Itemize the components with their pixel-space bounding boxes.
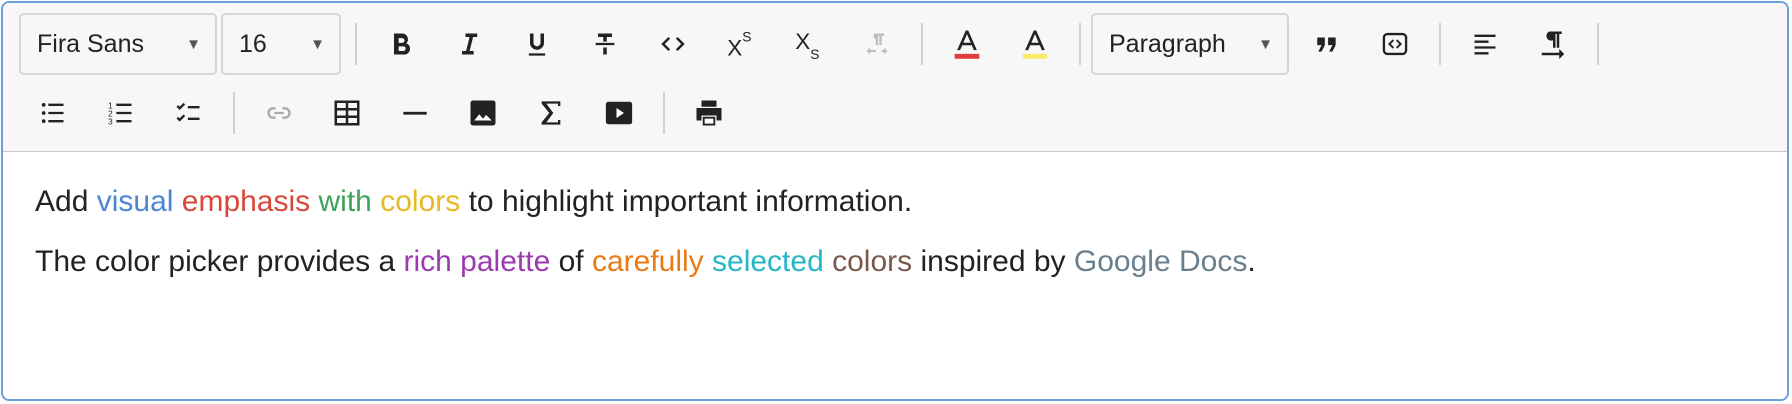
underline-icon	[528, 33, 546, 56]
text-direction-button[interactable]	[1519, 13, 1587, 75]
code-icon	[661, 37, 685, 51]
editor-content[interactable]: Add visual emphasis with colors to highl…	[3, 152, 1787, 332]
text-run	[310, 185, 318, 218]
text-run: Add	[35, 185, 97, 218]
text-run: carefully	[591, 245, 704, 278]
chevron-down-icon: ▼	[186, 35, 201, 53]
divider	[921, 23, 923, 65]
link-button[interactable]	[245, 82, 313, 144]
italic-button[interactable]	[435, 13, 503, 75]
svg-text:S: S	[810, 47, 819, 59]
link-icon	[267, 107, 291, 119]
divider	[233, 92, 235, 134]
print-button[interactable]	[675, 82, 743, 144]
text-color-button[interactable]	[933, 13, 1001, 75]
paragraph-1: Add visual emphasis with colors to highl…	[35, 182, 1755, 222]
text-run: emphasis	[181, 185, 311, 218]
highlight-color-icon	[1022, 30, 1048, 59]
italic-icon	[462, 33, 478, 55]
divider	[355, 23, 357, 65]
chevron-down-icon: ▼	[310, 35, 325, 53]
text-direction-icon	[1541, 31, 1565, 59]
text-run: colors	[832, 245, 913, 278]
text-run: of	[550, 245, 592, 278]
bold-icon	[394, 33, 411, 55]
text-run: colors	[380, 185, 461, 218]
text-run: Google Docs	[1073, 245, 1248, 278]
divider	[1439, 23, 1441, 65]
image-button[interactable]	[449, 82, 517, 144]
text-color-icon	[954, 30, 980, 59]
svg-text:X: X	[727, 35, 742, 59]
formula-icon	[541, 101, 561, 125]
strikethrough-button[interactable]	[571, 13, 639, 75]
blockquote-button[interactable]	[1293, 13, 1361, 75]
divider	[1079, 23, 1081, 65]
video-button[interactable]	[585, 82, 653, 144]
align-left-button[interactable]	[1451, 13, 1519, 75]
clear-format-button[interactable]	[843, 13, 911, 75]
svg-text:3: 3	[108, 118, 113, 127]
subscript-icon: XS	[795, 29, 819, 59]
table-icon	[334, 100, 360, 126]
bullet-list-button[interactable]	[19, 82, 87, 144]
numbered-list-button[interactable]: 123	[87, 82, 155, 144]
text-run: selected	[712, 245, 824, 278]
text-run	[372, 185, 380, 218]
inline-code-button[interactable]	[639, 13, 707, 75]
numbered-list-icon: 123	[108, 101, 132, 127]
font-family-value: Fira Sans	[37, 29, 144, 58]
chevron-down-icon: ▼	[1258, 35, 1273, 53]
text-run: .	[1247, 245, 1256, 278]
text-run: inspired by	[912, 245, 1074, 278]
image-icon	[470, 100, 496, 126]
text-run: with	[318, 185, 372, 218]
text-run	[173, 185, 181, 218]
print-icon	[696, 100, 722, 126]
checklist-button[interactable]	[155, 82, 223, 144]
font-family-select[interactable]: Fira Sans ▼	[19, 13, 217, 75]
block-format-select[interactable]: Paragraph ▼	[1091, 13, 1289, 75]
text-run: to highlight important information.	[460, 185, 913, 218]
bold-button[interactable]	[367, 13, 435, 75]
font-size-value: 16	[239, 29, 267, 58]
text-run	[824, 245, 832, 278]
paragraph-2: The color picker provides a rich palette…	[35, 242, 1755, 282]
table-button[interactable]	[313, 82, 381, 144]
superscript-icon: XS	[727, 30, 751, 60]
clear-format-icon	[866, 33, 888, 55]
underline-button[interactable]	[503, 13, 571, 75]
subscript-button[interactable]: XS	[775, 13, 843, 75]
align-left-icon	[1474, 34, 1496, 55]
strikethrough-icon	[595, 33, 615, 55]
code-block-icon	[1382, 32, 1408, 56]
horizontal-rule-icon	[403, 111, 427, 115]
text-run: The color picker provides a	[35, 245, 404, 278]
divider	[663, 92, 665, 134]
svg-text:S: S	[742, 30, 751, 45]
font-size-select[interactable]: 16 ▼	[221, 13, 341, 75]
block-format-value: Paragraph	[1109, 29, 1226, 58]
toolbar: Fira Sans ▼ 16 ▼ X S X S Paragraph ▼ 1 2…	[3, 3, 1787, 152]
text-run: visual	[96, 185, 174, 218]
blockquote-icon	[1317, 37, 1336, 52]
text-run	[704, 245, 712, 278]
svg-text:X: X	[795, 29, 810, 54]
highlight-color-button[interactable]	[1001, 13, 1069, 75]
video-icon	[605, 101, 633, 125]
rich-text-editor: Fira Sans ▼ 16 ▼ X S X S Paragraph ▼ 1 2…	[1, 1, 1789, 401]
code-block-button[interactable]	[1361, 13, 1429, 75]
text-run: rich palette	[403, 245, 551, 278]
superscript-button[interactable]: XS	[707, 13, 775, 75]
divider	[1597, 23, 1599, 65]
horizontal-rule-button[interactable]	[381, 82, 449, 144]
formula-button[interactable]	[517, 82, 585, 144]
bullet-list-icon	[41, 102, 64, 124]
checklist-icon	[176, 102, 200, 122]
